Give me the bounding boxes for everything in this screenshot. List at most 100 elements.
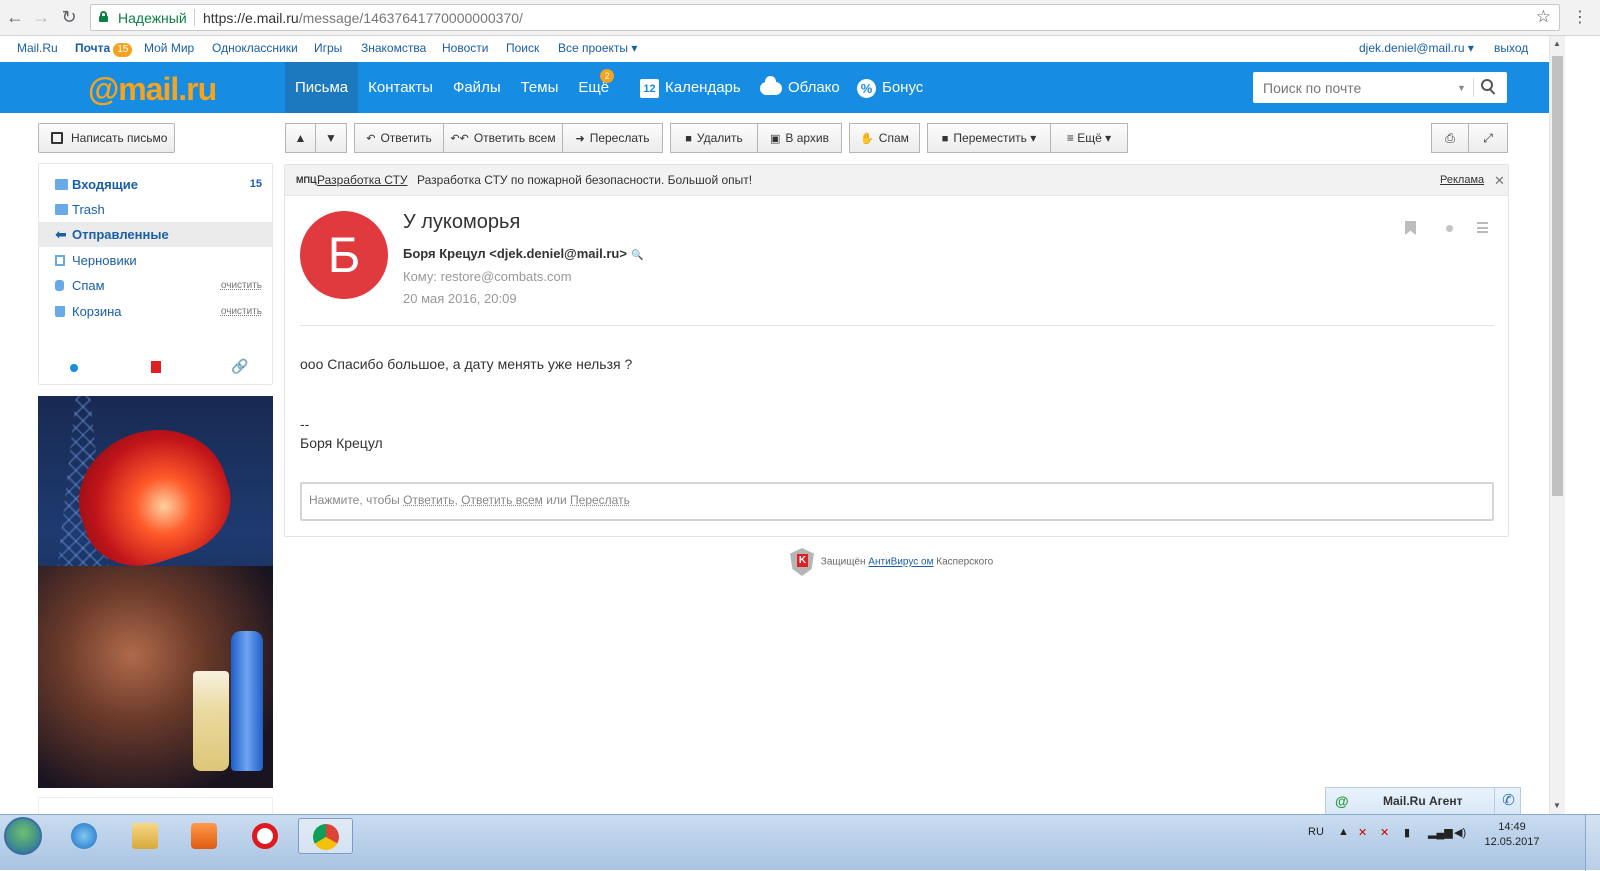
reload-icon[interactable]: ↻	[58, 6, 80, 28]
portal-link-mail[interactable]: Почта 15	[75, 41, 133, 57]
fullscreen-button[interactable]: ⤢	[1468, 123, 1508, 153]
folder-inbox[interactable]: Входящие 15	[39, 172, 272, 197]
opera-icon	[252, 823, 278, 849]
portal-link-mailru[interactable]: Mail.Ru	[17, 41, 58, 55]
calendar-link[interactable]: 12 Календарь	[640, 62, 741, 113]
start-button[interactable]	[4, 817, 42, 855]
inbox-count: 15	[249, 178, 262, 190]
clear-bin-link[interactable]: очистить	[221, 299, 262, 324]
scroll-down-icon[interactable]: ▼	[1553, 801, 1561, 810]
tab-contacts[interactable]: Контакты	[358, 62, 443, 113]
quick-reply-link[interactable]: Ответить	[403, 493, 454, 507]
taskbar-opera[interactable]	[238, 818, 293, 854]
flag-filter-icon[interactable]	[151, 361, 161, 373]
scroll-up-icon[interactable]: ▲	[1553, 39, 1561, 48]
message-menu-icon[interactable]	[1477, 222, 1488, 233]
reply-button[interactable]: ↶ Ответить	[354, 123, 444, 153]
tab-themes[interactable]: Темы	[511, 62, 569, 113]
quick-reply-all-link[interactable]: Ответить всем	[461, 493, 543, 507]
delete-button[interactable]: ■ Удалить	[670, 123, 758, 153]
taskbar-media[interactable]	[177, 818, 232, 854]
quick-reply-box[interactable]: Нажмите, чтобы Ответить, Ответить всем и…	[300, 482, 1494, 521]
clear-spam-link[interactable]: очистить	[221, 273, 262, 298]
portal-link-all-projects[interactable]: Все проекты ▾	[558, 41, 637, 55]
url-text[interactable]: https://e.mail.ru/message/14637641770000…	[203, 10, 523, 26]
draft-icon	[55, 255, 65, 266]
folder-sent[interactable]: ⬅ Отправленные	[39, 222, 272, 247]
close-icon[interactable]: ✕	[1494, 165, 1505, 196]
ad-text[interactable]: Разработка СТУ по пожарной безопасности.…	[417, 165, 752, 196]
folder-drafts[interactable]: Черновики	[39, 248, 272, 273]
volume-icon[interactable]: ◀)	[1454, 826, 1466, 839]
calendar-icon: 12	[640, 78, 659, 98]
folder-spam[interactable]: Спам очистить	[39, 273, 272, 298]
portal-link-search[interactable]: Поиск	[506, 41, 539, 55]
folder-trash-custom[interactable]: Trash	[39, 197, 272, 222]
prev-message-button[interactable]: ▲	[285, 123, 316, 153]
tab-more[interactable]: Ещё 2	[568, 62, 619, 113]
bonus-link[interactable]: % Бонус	[857, 62, 923, 113]
taskbar-ie[interactable]	[57, 818, 112, 854]
folder-list: Входящие 15 Trash ⬅ Отправленные Чернови…	[38, 163, 273, 385]
network-alert-icon[interactable]: ✕	[1358, 826, 1367, 839]
mailru-logo[interactable]: @mail.ru	[88, 71, 217, 108]
language-indicator[interactable]: RU	[1308, 826, 1324, 838]
message-date: 20 мая 2016, 20:09	[403, 291, 517, 306]
kaspersky-link[interactable]: АнтиВирус ом	[868, 557, 933, 568]
unread-filter-icon[interactable]	[70, 364, 78, 372]
message-from[interactable]: Боря Крецул <djek.deniel@mail.ru> 🔍	[403, 246, 643, 261]
system-clock[interactable]: 14:49 12.05.2017	[1477, 820, 1547, 850]
reply-all-button[interactable]: ↶↶ Ответить всем	[443, 123, 563, 153]
forward-icon[interactable]: →	[30, 6, 52, 28]
delete-icon: ■	[685, 133, 692, 145]
quick-forward-link[interactable]: Переслать	[570, 493, 630, 507]
folder-bin[interactable]: Корзина очистить	[39, 299, 272, 324]
search-input[interactable]	[1253, 72, 1443, 103]
forward-button[interactable]: ➜ Переслать	[562, 123, 663, 153]
chrome-icon	[313, 824, 339, 850]
portal-link-games[interactable]: Игры	[314, 41, 342, 55]
spam-button[interactable]: ✋ Спам	[849, 123, 920, 153]
sidebar-ad-banner[interactable]	[38, 396, 273, 788]
search-options-icon[interactable]: ▼	[1457, 83, 1466, 93]
unread-dot-icon[interactable]	[1446, 225, 1453, 232]
mail-header: @mail.ru Письма Контакты Файлы Темы Ещё 2…	[0, 62, 1549, 113]
portal-link-news[interactable]: Новости	[442, 41, 488, 55]
page-scrollbar[interactable]: ▲ ▼	[1549, 36, 1565, 814]
logout-link[interactable]: выход	[1494, 41, 1528, 55]
tab-letters[interactable]: Письма	[285, 62, 359, 113]
device-icon[interactable]: ▮	[1404, 826, 1410, 839]
scrollbar-thumb[interactable]	[1552, 56, 1563, 496]
address-bar[interactable]: Надежный https://e.mail.ru/message/14637…	[90, 4, 1560, 31]
print-button[interactable]: ⎙	[1431, 123, 1469, 153]
security-alert-icon[interactable]: ✕	[1380, 826, 1389, 839]
archive-button[interactable]: ▣ В архив	[757, 123, 842, 153]
taskbar-chrome[interactable]	[298, 818, 353, 854]
move-button[interactable]: ■ Переместить ▾	[927, 123, 1051, 153]
show-hidden-icons[interactable]: ▲	[1338, 826, 1349, 838]
ad-label-link[interactable]: Реклама	[1440, 165, 1484, 196]
attachment-filter-icon[interactable]: 🔗	[231, 358, 248, 375]
browser-menu-icon[interactable]: ⋮	[1572, 7, 1588, 27]
mailru-agent-bar[interactable]: @ Mail.Ru Агент ✆	[1325, 787, 1521, 814]
back-icon[interactable]: ←	[4, 6, 26, 28]
search-sender-icon[interactable]: 🔍	[631, 250, 643, 261]
signal-icon[interactable]: ▂▄▆	[1428, 826, 1453, 839]
portal-link-myworld[interactable]: Мой Мир	[144, 41, 194, 55]
search-icon[interactable]	[1481, 79, 1497, 95]
print-icon: ⎙	[1445, 131, 1455, 145]
show-desktop-button[interactable]	[1585, 815, 1600, 871]
user-email-menu[interactable]: djek.deniel@mail.ru ▾	[1359, 41, 1474, 55]
phone-icon[interactable]: ✆	[1494, 788, 1522, 814]
taskbar-explorer[interactable]	[118, 818, 173, 854]
next-message-button[interactable]: ▼	[315, 123, 347, 153]
more-actions-button[interactable]: ≡ Ещё ▾	[1050, 123, 1128, 153]
portal-bar: Mail.Ru Почта 15 Мой Мир Одноклассники Иг…	[0, 36, 1585, 62]
portal-link-ok[interactable]: Одноклассники	[212, 41, 298, 55]
compose-button[interactable]: Написать письмо	[38, 123, 175, 153]
portal-link-dating[interactable]: Знакомства	[361, 41, 426, 55]
ad-link[interactable]: Разработка СТУ	[317, 165, 408, 196]
bookmark-star-icon[interactable]: ☆	[1536, 7, 1551, 27]
cloud-link[interactable]: Облако	[760, 62, 840, 113]
tab-files[interactable]: Файлы	[443, 62, 511, 113]
